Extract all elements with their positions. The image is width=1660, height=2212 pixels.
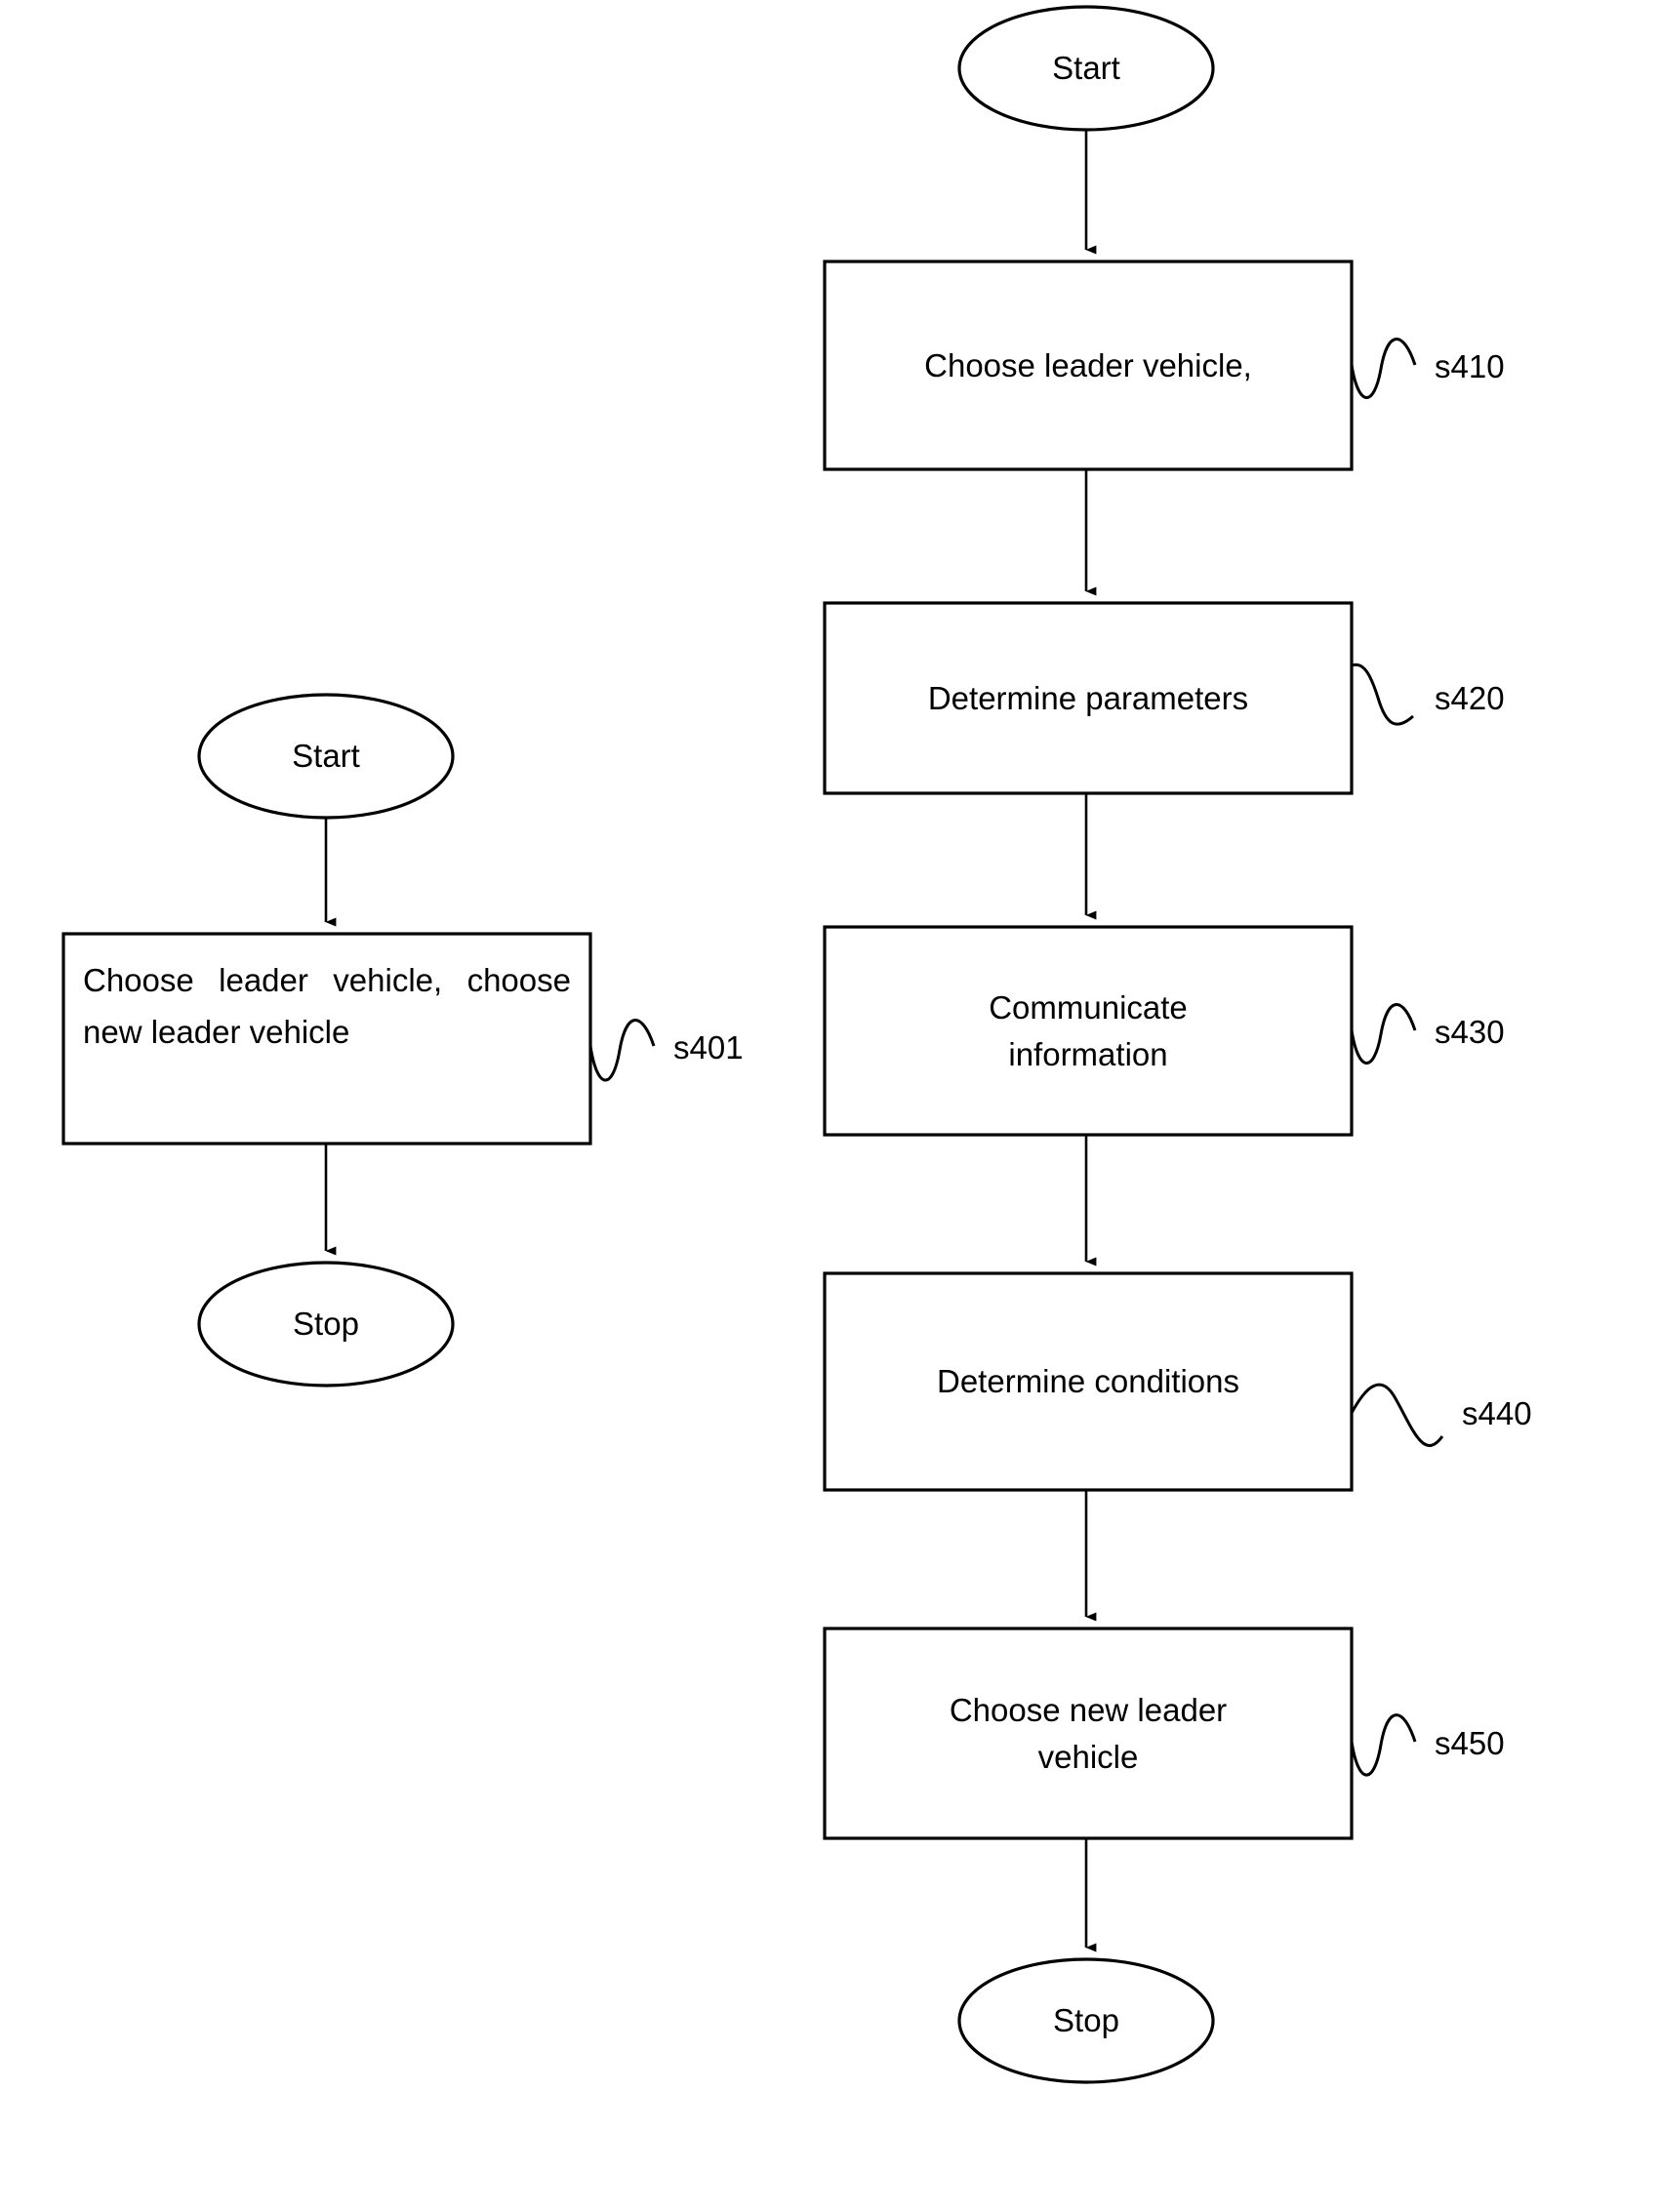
left-squiggle-s401 xyxy=(588,1019,656,1082)
right-squiggle-s450 xyxy=(1350,1713,1417,1777)
right-step-box-s450 xyxy=(823,1627,1354,1840)
right-step-tag-s440: s440 xyxy=(1462,1395,1532,1431)
flowchart-graphics xyxy=(61,5,1444,2084)
left-step-box-s401 xyxy=(61,932,592,1146)
left-stop-terminal xyxy=(197,1261,455,1388)
right-squiggle-s420 xyxy=(1351,663,1414,726)
right-squiggle-s410 xyxy=(1350,338,1417,399)
right-step-tag-s430: s430 xyxy=(1435,1014,1505,1050)
right-step-box-s420 xyxy=(823,601,1354,795)
right-stop-terminal xyxy=(957,1957,1215,2084)
left-start-terminal xyxy=(197,693,455,820)
flowchart-canvas: Start Choose leader vehicle, s410 Determ… xyxy=(0,0,1660,2212)
right-squiggle-s430 xyxy=(1350,1003,1417,1065)
right-squiggle-s440 xyxy=(1350,1383,1444,1447)
left-step-tag-s401: s401 xyxy=(673,1029,744,1066)
right-step-tag-s410: s410 xyxy=(1435,348,1505,384)
right-step-box-s430 xyxy=(823,925,1354,1137)
right-step-box-s440 xyxy=(823,1271,1354,1492)
right-step-tag-s420: s420 xyxy=(1435,680,1505,716)
right-start-terminal xyxy=(957,5,1215,132)
right-step-tag-s450: s450 xyxy=(1435,1725,1505,1761)
right-step-box-s410 xyxy=(823,260,1354,471)
